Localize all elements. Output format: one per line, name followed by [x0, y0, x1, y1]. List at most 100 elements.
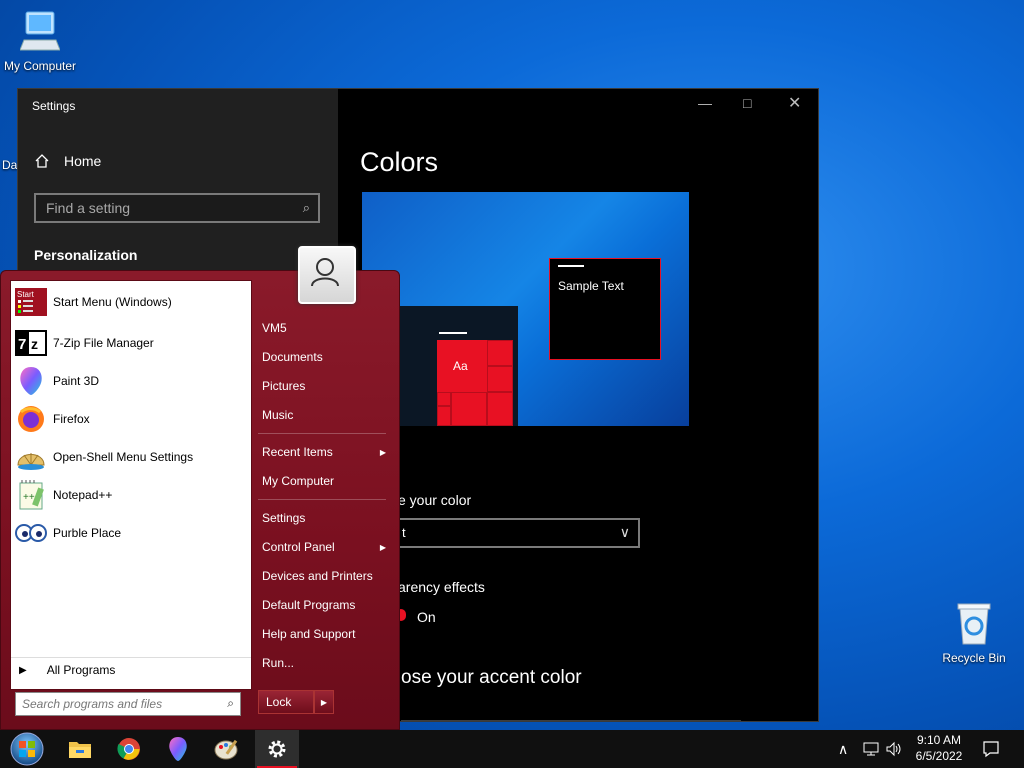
start-item-label: 7-Zip File Manager [53, 336, 154, 350]
taskbar-paint[interactable] [205, 730, 249, 768]
home-icon [35, 154, 49, 168]
start-link-documents[interactable]: Documents [262, 345, 388, 369]
start-link-label: VM5 [262, 321, 287, 335]
start-separator [258, 499, 386, 500]
action-center-button[interactable] [982, 730, 1000, 768]
page-title: Colors [360, 147, 439, 177]
start-link-label: My Computer [262, 474, 335, 488]
color-mode-dropdown[interactable]: t ∨ [398, 518, 640, 548]
lock-button[interactable]: Lock [258, 690, 314, 714]
start-link-label: Control Panel [262, 540, 335, 554]
preview-accent-line [439, 332, 467, 334]
network-button[interactable] [862, 730, 880, 768]
nav-home[interactable]: Home [34, 153, 101, 169]
window-title: Settings [32, 99, 76, 113]
lock-label: Lock [266, 695, 292, 709]
purble-place-icon [15, 517, 47, 549]
start-item-paint3d[interactable]: Paint 3D [11, 364, 251, 398]
minimize-button[interactable]: — [698, 95, 712, 111]
find-setting-input[interactable]: Find a setting ⌕ [34, 193, 320, 223]
start-item-purble-place[interactable]: Purble Place [11, 516, 251, 550]
start-link-label: Default Programs [262, 598, 356, 612]
taskbar-file-explorer[interactable] [58, 730, 102, 768]
desktop-icon-partial-label: Da [2, 158, 18, 172]
shutdown-options-button[interactable]: ▶ [314, 690, 334, 714]
clock-time: 9:10 AM [916, 733, 962, 747]
computer-icon [19, 11, 61, 51]
cutoff-text-line [401, 713, 771, 721]
start-link-recent-items[interactable]: Recent Items ▶ [262, 440, 388, 464]
start-link-label: Settings [262, 511, 306, 525]
chevron-down-icon: ∨ [619, 524, 630, 540]
taskbar-chrome[interactable] [107, 730, 151, 768]
user-picture[interactable] [298, 246, 356, 304]
taskbar-clock[interactable]: 9:10 AM 6/5/2022 [900, 732, 978, 764]
search-icon: ⌕ [227, 696, 234, 710]
start-link-default-programs[interactable]: Default Programs [262, 593, 388, 617]
svg-text:Start: Start [17, 290, 35, 299]
start-button[interactable] [4, 730, 50, 768]
network-icon [863, 742, 879, 756]
start-link-label: Help and Support [262, 627, 356, 641]
svg-text:z: z [31, 336, 38, 352]
user-icon [311, 258, 339, 287]
start-link-help-support[interactable]: Help and Support [262, 622, 388, 646]
taskbar-settings[interactable] [255, 730, 299, 768]
start-search-placeholder: Search programs and files [22, 697, 163, 711]
chevron-right-icon: ▶ [320, 697, 328, 707]
desktop-icon-my-computer[interactable]: My Computer [0, 10, 80, 73]
start-item-label: Notepad++ [53, 488, 113, 502]
close-button[interactable]: ✕ [788, 93, 801, 113]
paint3d-icon [15, 365, 47, 397]
start-item-start-menu-windows[interactable]: Start Start Menu (Windows) [11, 285, 251, 319]
open-shell-icon [15, 441, 47, 473]
triangle-right-icon: ▶ [19, 664, 27, 676]
start-menu-icon: Start [15, 286, 47, 318]
start-link-control-panel[interactable]: Control Panel ▶ [262, 535, 388, 559]
all-programs-button[interactable]: ▶ All Programs [11, 657, 251, 682]
taskbar: ∧ 9:10 AM 6/5/2022 [0, 730, 1024, 768]
preview-sample-text: Sample Text [558, 279, 624, 293]
start-link-my-computer[interactable]: My Computer [262, 469, 388, 493]
start-item-notepadpp[interactable]: ++ Notepad++ [11, 478, 251, 512]
start-link-label: Pictures [262, 379, 306, 393]
svg-text:7: 7 [18, 336, 26, 353]
preview-sample-window: Sample Text [549, 258, 661, 360]
preview-start-tiles [437, 340, 513, 426]
start-item-7zip[interactable]: 7 z 7-Zip File Manager [11, 326, 251, 360]
start-item-open-shell-settings[interactable]: Open-Shell Menu Settings [11, 440, 251, 474]
recycle-bin-icon [957, 603, 991, 645]
maximize-button[interactable]: □ [743, 95, 751, 111]
start-link-label: Run... [262, 656, 295, 670]
taskbar-paint3d[interactable] [156, 730, 200, 768]
start-item-label: Firefox [53, 412, 90, 426]
chrome-icon [117, 738, 140, 760]
desktop-icon-recycle-bin[interactable]: Recycle Bin [934, 600, 1014, 665]
start-search-input[interactable]: Search programs and files ⌕ [15, 692, 241, 716]
start-link-devices-printers[interactable]: Devices and Printers [262, 564, 388, 588]
start-item-label: Purble Place [53, 526, 122, 540]
firefox-icon [15, 403, 47, 435]
start-item-firefox[interactable]: Firefox [11, 402, 251, 436]
start-link-music[interactable]: Music [262, 403, 388, 427]
start-item-label: Start Menu (Windows) [53, 295, 172, 309]
start-link-settings[interactable]: Settings [262, 506, 388, 530]
start-link-vm5[interactable]: VM5 [262, 316, 388, 340]
start-link-label: Devices and Printers [262, 569, 373, 583]
show-hidden-icons-button[interactable]: ∧ [838, 730, 848, 768]
svg-text:++: ++ [23, 492, 35, 503]
7zip-icon: 7 z [15, 327, 47, 359]
start-link-pictures[interactable]: Pictures [262, 374, 388, 398]
notepadpp-icon: ++ [15, 479, 47, 511]
nav-section-title: Personalization [34, 247, 138, 263]
start-link-run[interactable]: Run... [262, 651, 388, 675]
transparency-state: On [417, 609, 436, 625]
chevron-up-icon: ∧ [838, 740, 849, 757]
start-item-label: Paint 3D [53, 374, 100, 388]
dropdown-value: t [402, 525, 406, 540]
clock-date: 6/5/2022 [915, 749, 963, 763]
settings-gear-icon [268, 740, 286, 758]
desktop-icon-label: Recycle Bin [942, 651, 1006, 665]
start-orb-icon [10, 732, 44, 766]
preview-tile-text: Aa [453, 359, 468, 373]
